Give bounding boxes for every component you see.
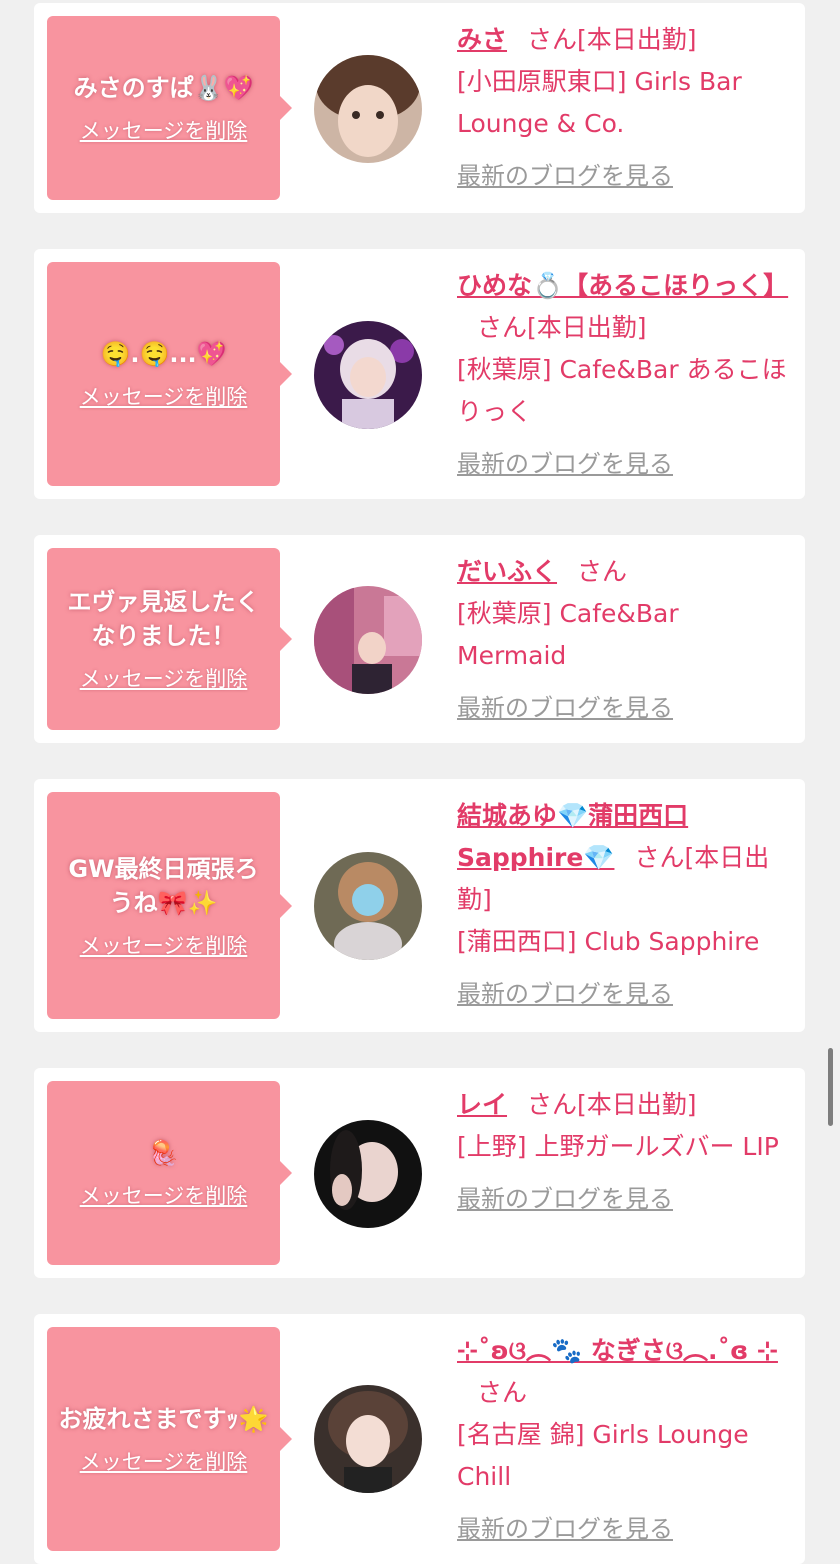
message-text: みさのすぱ🐰💖 bbox=[73, 74, 254, 102]
honorific: さん bbox=[527, 25, 578, 54]
message-card: GW最終日頑張ろうね🎀✨ メッセージを削除 結城あゆ💎蒲田西口Sapphire💎… bbox=[34, 779, 805, 1032]
delete-message-link[interactable]: メッセージを削除 bbox=[80, 930, 248, 960]
message-card: お疲れさまですｯ🌟 メッセージを削除 ⊹˚ʚ︎ଓ︵🐾 なぎさଓ︵.˚ɞ︎ ⊹ さん… bbox=[34, 1314, 805, 1564]
cast-info: みさ さん[本日出勤] [小田原駅東口] Girls Bar Lounge & C… bbox=[457, 19, 787, 197]
shop-name: [名古屋 錦] Girls Lounge Chill bbox=[457, 1420, 749, 1491]
message-bubble: エヴァ見返したくなりました！ メッセージを削除 bbox=[47, 548, 292, 730]
message-text: お疲れさまですｯ🌟 bbox=[58, 1405, 269, 1433]
message-card: 🤤.🤤...💖 メッセージを削除 ひめな💍【あるこほりっく】さん[本日出勤] [… bbox=[34, 249, 805, 499]
message-bubble: GW最終日頑張ろうね🎀✨ メッセージを削除 bbox=[47, 792, 292, 1019]
honorific: さん bbox=[527, 1090, 578, 1119]
message-bubble: 🪼 メッセージを削除 bbox=[47, 1081, 292, 1265]
message-text: 🤤.🤤...💖 bbox=[100, 340, 227, 368]
delete-message-link[interactable]: メッセージを削除 bbox=[80, 381, 248, 411]
avatar[interactable] bbox=[314, 852, 422, 960]
honorific: さん bbox=[477, 313, 528, 342]
delete-message-link[interactable]: メッセージを削除 bbox=[80, 115, 248, 145]
blog-link[interactable]: 最新のブログを見る bbox=[457, 1508, 673, 1550]
status-label: [本日出勤] bbox=[527, 313, 647, 342]
cast-info: 結城あゆ💎蒲田西口Sapphire💎 さん[本日出勤] [蒲田西口] Club S… bbox=[457, 795, 787, 1015]
message-text: 🪼 bbox=[148, 1139, 179, 1167]
avatar[interactable] bbox=[314, 586, 422, 694]
cast-info: ひめな💍【あるこほりっく】さん[本日出勤] [秋葉原] Cafe&Bar あるこ… bbox=[457, 265, 788, 485]
message-bubble: みさのすぱ🐰💖 メッセージを削除 bbox=[47, 16, 292, 200]
honorific: さん bbox=[577, 557, 628, 586]
honorific: さん bbox=[477, 1378, 528, 1407]
message-card: みさのすぱ🐰💖 メッセージを削除 みさ さん[本日出勤] [小田原駅東口] Gir… bbox=[34, 3, 805, 213]
blog-link[interactable]: 最新のブログを見る bbox=[457, 155, 673, 197]
cast-name-link[interactable]: レイ bbox=[457, 1090, 507, 1119]
cast-name-link[interactable]: ひめな💍【あるこほりっく】 bbox=[457, 271, 788, 300]
shop-name: [小田原駅東口] Girls Bar Lounge & Co. bbox=[457, 67, 742, 138]
scrollbar-thumb[interactable] bbox=[828, 1048, 833, 1126]
blog-link[interactable]: 最新のブログを見る bbox=[457, 1178, 673, 1220]
cast-name-link[interactable]: みさ bbox=[457, 25, 507, 54]
avatar[interactable] bbox=[314, 1385, 422, 1493]
cast-info: ⊹˚ʚ︎ଓ︵🐾 なぎさଓ︵.˚ɞ︎ ⊹ さん [名古屋 錦] Girls Loun… bbox=[457, 1330, 787, 1550]
delete-message-link[interactable]: メッセージを削除 bbox=[80, 1446, 248, 1476]
status-label: [本日出勤] bbox=[577, 1090, 697, 1119]
delete-message-link[interactable]: メッセージを削除 bbox=[80, 1180, 248, 1210]
message-bubble: お疲れさまですｯ🌟 メッセージを削除 bbox=[47, 1327, 292, 1551]
message-text: GW最終日頑張ろうね🎀✨ bbox=[68, 854, 259, 917]
cast-name-link[interactable]: だいふく bbox=[457, 557, 557, 586]
cast-info: レイ さん[本日出勤] [上野] 上野ガールズバー LIP 最新のブログを見る bbox=[457, 1084, 787, 1220]
status-label: [本日出勤] bbox=[577, 25, 697, 54]
blog-link[interactable]: 最新のブログを見る bbox=[457, 687, 673, 729]
cast-info: だいふく さん [秋葉原] Cafe&Bar Mermaid 最新のブログを見る bbox=[457, 551, 787, 729]
avatar[interactable] bbox=[314, 55, 422, 163]
honorific: さん bbox=[634, 843, 685, 872]
shop-name: [蒲田西口] Club Sapphire bbox=[457, 927, 760, 956]
delete-message-link[interactable]: メッセージを削除 bbox=[80, 663, 248, 693]
blog-link[interactable]: 最新のブログを見る bbox=[457, 443, 673, 485]
shop-name: [上野] 上野ガールズバー LIP bbox=[457, 1132, 779, 1161]
cast-name-link[interactable]: ⊹˚ʚ︎ଓ︵🐾 なぎさଓ︵.˚ɞ︎ ⊹ bbox=[457, 1336, 778, 1365]
avatar[interactable] bbox=[314, 1120, 422, 1228]
message-text: エヴァ見返したくなりました！ bbox=[67, 588, 260, 650]
message-card: 🪼 メッセージを削除 レイ さん[本日出勤] [上野] 上野ガールズバー LIP … bbox=[34, 1068, 805, 1278]
avatar[interactable] bbox=[314, 321, 422, 429]
shop-name: [秋葉原] Cafe&Bar Mermaid bbox=[457, 599, 679, 670]
shop-name: [秋葉原] Cafe&Bar あるこほりっく bbox=[457, 355, 787, 426]
message-bubble: 🤤.🤤...💖 メッセージを削除 bbox=[47, 262, 292, 486]
message-card: エヴァ見返したくなりました！ メッセージを削除 だいふく さん [秋葉原] Caf… bbox=[34, 535, 805, 743]
blog-link[interactable]: 最新のブログを見る bbox=[457, 973, 673, 1015]
